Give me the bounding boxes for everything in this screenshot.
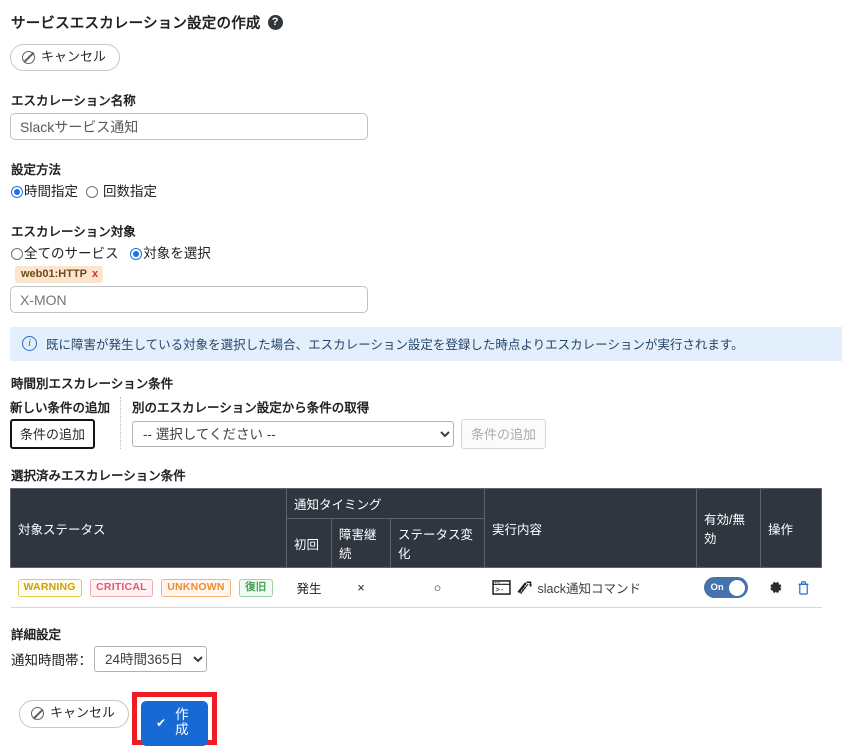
notify-period-select[interactable]: 24時間365日 [94,646,207,672]
svg-text:>-: >- [495,585,504,594]
conditions-section-label: 時間別エスカレーション条件 [11,373,852,392]
import-condition-group: 別のエスカレーション設定から条件の取得 -- 選択してください -- 条件の追加 [121,397,546,449]
new-condition-group: 新しい条件の追加 条件の追加 [10,397,121,449]
status-badge-recovery: 復旧 [239,579,272,598]
cancel-button-bottom-label: キャンセル [50,706,115,720]
status-badge-critical: CRITICAL [90,579,153,598]
radio-target-select-label: 対象を選択 [143,244,211,264]
target-label: エスカレーション対象 [11,221,852,240]
terminal-icon: >- [492,580,511,595]
enabled-toggle-label: On [711,582,724,593]
radio-method-count-label: 回数指定 [103,182,157,202]
create-button[interactable]: ✔ 作成 [141,701,208,746]
target-group: エスカレーション対象 全てのサービス 対象を選択 web01:HTTP x [10,221,852,314]
escalation-name-group: エスカレーション名称 [10,90,852,140]
radio-method-time-dot [11,186,23,198]
target-search-input[interactable] [10,286,368,313]
cell-status-badges: WARNING CRITICAL UNKNOWN 復旧 [11,568,287,608]
th-timing: 通知タイミング [287,489,485,519]
cell-operation [761,568,822,608]
footer-actions: キャンセル ✔ 作成 [19,700,852,727]
radio-target-all[interactable]: 全てのサービス [11,244,119,264]
new-condition-heading: 新しい条件の追加 [10,397,110,416]
selected-target-tag: web01:HTTP x [15,266,103,283]
notify-period-label: 通知時間帯： [11,649,92,669]
escalator-icon [516,579,533,596]
page-title: サービスエスカレーション設定の作成 [11,12,261,33]
radio-method-count-dot [86,186,98,198]
cell-timing-change: ○ [391,568,485,608]
radio-target-all-dot [11,248,23,260]
cancel-button-bottom[interactable]: キャンセル [19,700,129,727]
status-badge-warning: WARNING [18,579,82,598]
method-group: 設定方法 時間指定 回数指定 [10,159,852,202]
th-continue: 障害継続 [332,519,391,568]
th-first: 初回 [287,519,332,568]
add-condition-button[interactable]: 条件の追加 [10,419,95,449]
selected-target-tag-label: web01:HTTP [21,268,87,280]
import-escalation-select[interactable]: -- 選択してください -- [132,421,454,447]
import-condition-button[interactable]: 条件の追加 [461,419,546,449]
target-radio-group: 全てのサービス 対象を選択 [11,244,852,264]
cell-timing-continue: × [332,568,391,608]
th-action: 実行内容 [485,489,697,568]
action-label: slack通知コマンド [538,578,641,597]
remove-tag-icon[interactable]: x [92,268,98,280]
info-circle-icon: i [22,336,37,351]
check-icon: ✔ [156,717,166,730]
table-header-row-1: 対象ステータス 通知タイミング 実行内容 有効/無効 操作 [11,489,822,519]
radio-target-select-dot [130,248,142,260]
import-condition-heading: 別のエスカレーション設定から条件の取得 [132,397,546,416]
cell-timing-first: 発生 [287,568,332,608]
method-label: 設定方法 [11,159,852,178]
cancel-button-top[interactable]: キャンセル [10,44,120,71]
trash-icon[interactable] [797,580,810,595]
cancel-button-top-label: キャンセル [41,50,106,64]
escalation-name-input[interactable] [10,113,368,140]
detail-settings-label: 詳細設定 [11,624,852,643]
enabled-toggle-knob [729,580,745,596]
radio-target-select[interactable]: 対象を選択 [130,244,211,264]
th-change: ステータス変化 [391,519,485,568]
cell-action: >- slack通知コマンド [485,568,697,608]
enabled-toggle[interactable]: On [704,577,748,598]
status-badge-unknown: UNKNOWN [161,579,230,598]
page-header: サービスエスカレーション設定の作成 ? [11,12,852,33]
radio-method-time-label: 時間指定 [24,182,78,202]
escalation-name-label: エスカレーション名称 [11,90,852,109]
gear-icon[interactable] [768,580,783,595]
radio-method-time[interactable]: 時間指定 [11,182,78,202]
radio-method-count[interactable]: 回数指定 [86,182,157,202]
notify-period-row: 通知時間帯： 24時間365日 [11,646,852,672]
ban-icon [22,51,35,64]
th-enabled: 有効/無効 [697,489,761,568]
selected-conditions-label: 選択済みエスカレーション条件 [11,465,852,484]
conditions-add-row: 新しい条件の追加 条件の追加 別のエスカレーション設定から条件の取得 -- 選択… [10,397,852,449]
info-banner-text: 既に障害が発生している対象を選択した場合、エスカレーション設定を登録した時点より… [46,334,744,353]
method-radio-group: 時間指定 回数指定 [11,182,852,202]
th-operation: 操作 [761,489,822,568]
table-row: WARNING CRITICAL UNKNOWN 復旧 発生 × ○ >- [11,568,822,608]
create-button-label: 作成 [175,708,189,738]
cell-enabled: On [697,568,761,608]
ban-icon-bottom [31,707,44,720]
escalation-create-page: サービスエスカレーション設定の作成 ? キャンセル エスカレーション名称 設定方… [0,0,852,728]
th-status: 対象ステータス [11,489,287,568]
escalation-conditions-table: 対象ステータス 通知タイミング 実行内容 有効/無効 操作 初回 障害継続 ステ… [10,488,822,608]
radio-target-all-label: 全てのサービス [24,244,119,264]
info-banner: i 既に障害が発生している対象を選択した場合、エスカレーション設定を登録した時点… [10,327,842,361]
question-mark-icon[interactable]: ? [268,15,283,30]
conditions-section: 時間別エスカレーション条件 新しい条件の追加 条件の追加 別のエスカレーション設… [10,373,852,449]
